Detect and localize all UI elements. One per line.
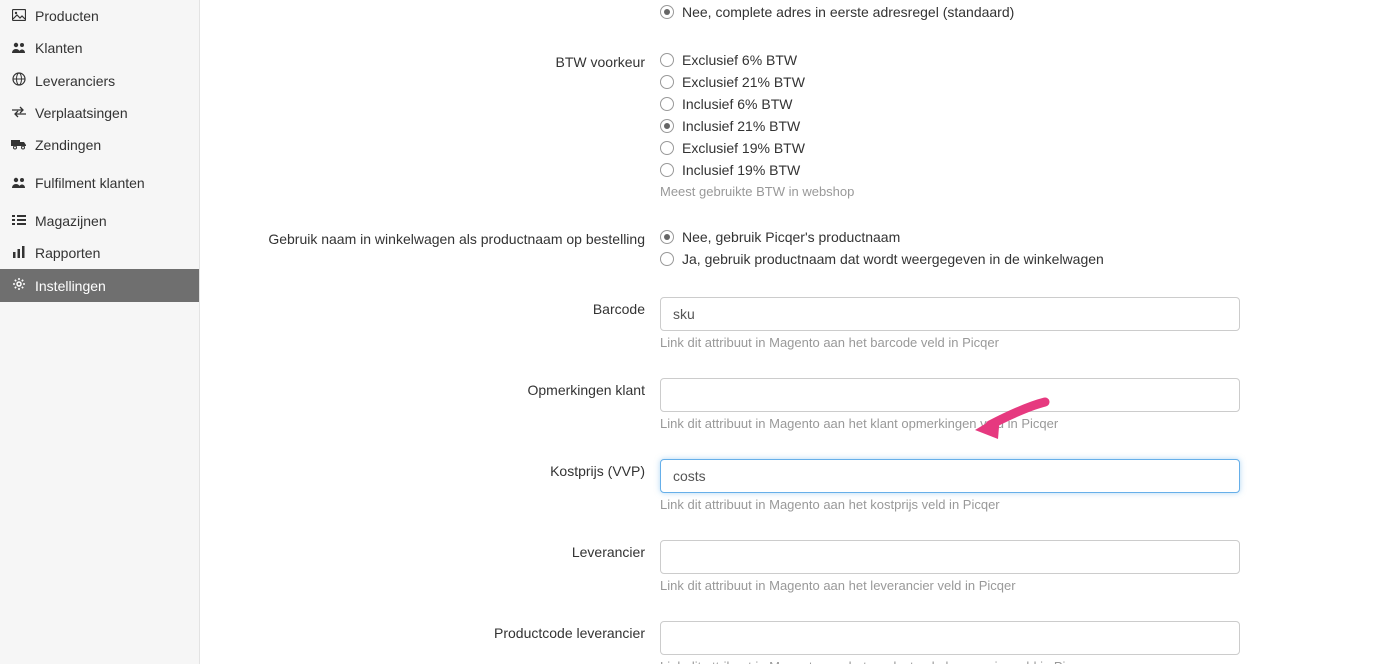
sidebar-label: Zendingen <box>35 137 101 153</box>
sidebar-label: Leveranciers <box>35 73 115 89</box>
sidebar-item-zendingen[interactable]: Zendingen <box>0 129 199 161</box>
list-icon <box>10 213 28 229</box>
barcode-label: Barcode <box>200 295 660 317</box>
btw-option-1[interactable]: Exclusief 21% BTW <box>660 72 1240 92</box>
sidebar-item-producten[interactable]: Producten <box>0 0 199 32</box>
sidebar-item-fulfilment[interactable]: Fulfilment klanten <box>0 167 199 199</box>
radio-icon[interactable] <box>660 119 674 133</box>
sidebar-item-leveranciers[interactable]: Leveranciers <box>0 64 199 97</box>
supplier-input[interactable] <box>660 540 1240 574</box>
radio-icon[interactable] <box>660 5 674 19</box>
sidebar: Producten Klanten Leveranciers Verplaats… <box>0 0 200 664</box>
users-icon <box>10 40 28 56</box>
cost-label: Kostprijs (VVP) <box>200 457 660 479</box>
supplier-code-input[interactable] <box>660 621 1240 655</box>
productname-label: Gebruik naam in winkelwagen als productn… <box>200 225 660 247</box>
remarks-helptext: Link dit attribuut in Magento aan het kl… <box>660 416 1240 431</box>
productname-option-1[interactable]: Ja, gebruik productnaam dat wordt weerge… <box>660 249 1240 269</box>
radio-label: Nee, complete adres in eerste adresregel… <box>682 2 1014 22</box>
supplier-label: Leverancier <box>200 538 660 560</box>
sidebar-label: Fulfilment klanten <box>35 175 145 191</box>
sidebar-item-verplaatsingen[interactable]: Verplaatsingen <box>0 97 199 129</box>
btw-option-3[interactable]: Inclusief 21% BTW <box>660 116 1240 136</box>
radio-label: Inclusief 6% BTW <box>682 94 792 114</box>
main-content: Nee, complete adres in eerste adresregel… <box>200 0 1386 664</box>
sidebar-item-rapporten[interactable]: Rapporten <box>0 237 199 269</box>
btw-option-5[interactable]: Inclusief 19% BTW <box>660 160 1240 180</box>
barcode-input[interactable] <box>660 297 1240 331</box>
radio-label: Ja, gebruik productnaam dat wordt weerge… <box>682 249 1104 269</box>
sidebar-label: Instellingen <box>35 278 106 294</box>
radio-icon[interactable] <box>660 75 674 89</box>
sidebar-label: Klanten <box>35 40 82 56</box>
radio-icon[interactable] <box>660 141 674 155</box>
barcode-helptext: Link dit attribuut in Magento aan het ba… <box>660 335 1240 350</box>
productname-option-0[interactable]: Nee, gebruik Picqer's productnaam <box>660 227 1240 247</box>
radio-icon[interactable] <box>660 53 674 67</box>
btw-option-0[interactable]: Exclusief 6% BTW <box>660 50 1240 70</box>
address-option-no[interactable]: Nee, complete adres in eerste adresregel… <box>660 2 1240 22</box>
radio-label: Inclusief 21% BTW <box>682 116 800 136</box>
cost-helptext: Link dit attribuut in Magento aan het ko… <box>660 497 1240 512</box>
radio-label: Exclusief 19% BTW <box>682 138 805 158</box>
sidebar-label: Magazijnen <box>35 213 107 229</box>
sidebar-label: Producten <box>35 8 99 24</box>
bar-chart-icon <box>10 245 28 261</box>
truck-icon <box>10 137 28 153</box>
users-icon <box>10 175 28 191</box>
radio-icon[interactable] <box>660 252 674 266</box>
btw-option-2[interactable]: Inclusief 6% BTW <box>660 94 1240 114</box>
supplier-code-helptext: Link dit attribuut in Magento aan het pr… <box>660 659 1240 664</box>
gear-icon <box>10 277 28 294</box>
sidebar-item-instellingen[interactable]: Instellingen <box>0 269 199 302</box>
sidebar-label: Verplaatsingen <box>35 105 128 121</box>
transfer-icon <box>10 105 28 121</box>
remarks-label: Opmerkingen klant <box>200 376 660 398</box>
remarks-input[interactable] <box>660 378 1240 412</box>
picture-icon <box>10 8 28 24</box>
btw-label: BTW voorkeur <box>200 48 660 70</box>
btw-option-4[interactable]: Exclusief 19% BTW <box>660 138 1240 158</box>
radio-icon[interactable] <box>660 230 674 244</box>
radio-label: Inclusief 19% BTW <box>682 160 800 180</box>
address-label <box>200 0 660 6</box>
sidebar-label: Rapporten <box>35 245 100 261</box>
radio-label: Nee, gebruik Picqer's productnaam <box>682 227 900 247</box>
cost-input[interactable] <box>660 459 1240 493</box>
sidebar-item-klanten[interactable]: Klanten <box>0 32 199 64</box>
supplier-helptext: Link dit attribuut in Magento aan het le… <box>660 578 1240 593</box>
btw-helptext: Meest gebruikte BTW in webshop <box>660 184 1240 199</box>
radio-label: Exclusief 6% BTW <box>682 50 797 70</box>
globe-icon <box>10 72 28 89</box>
radio-label: Exclusief 21% BTW <box>682 72 805 92</box>
sidebar-item-magazijnen[interactable]: Magazijnen <box>0 205 199 237</box>
radio-icon[interactable] <box>660 163 674 177</box>
supplier-code-label: Productcode leverancier <box>200 619 660 641</box>
radio-icon[interactable] <box>660 97 674 111</box>
